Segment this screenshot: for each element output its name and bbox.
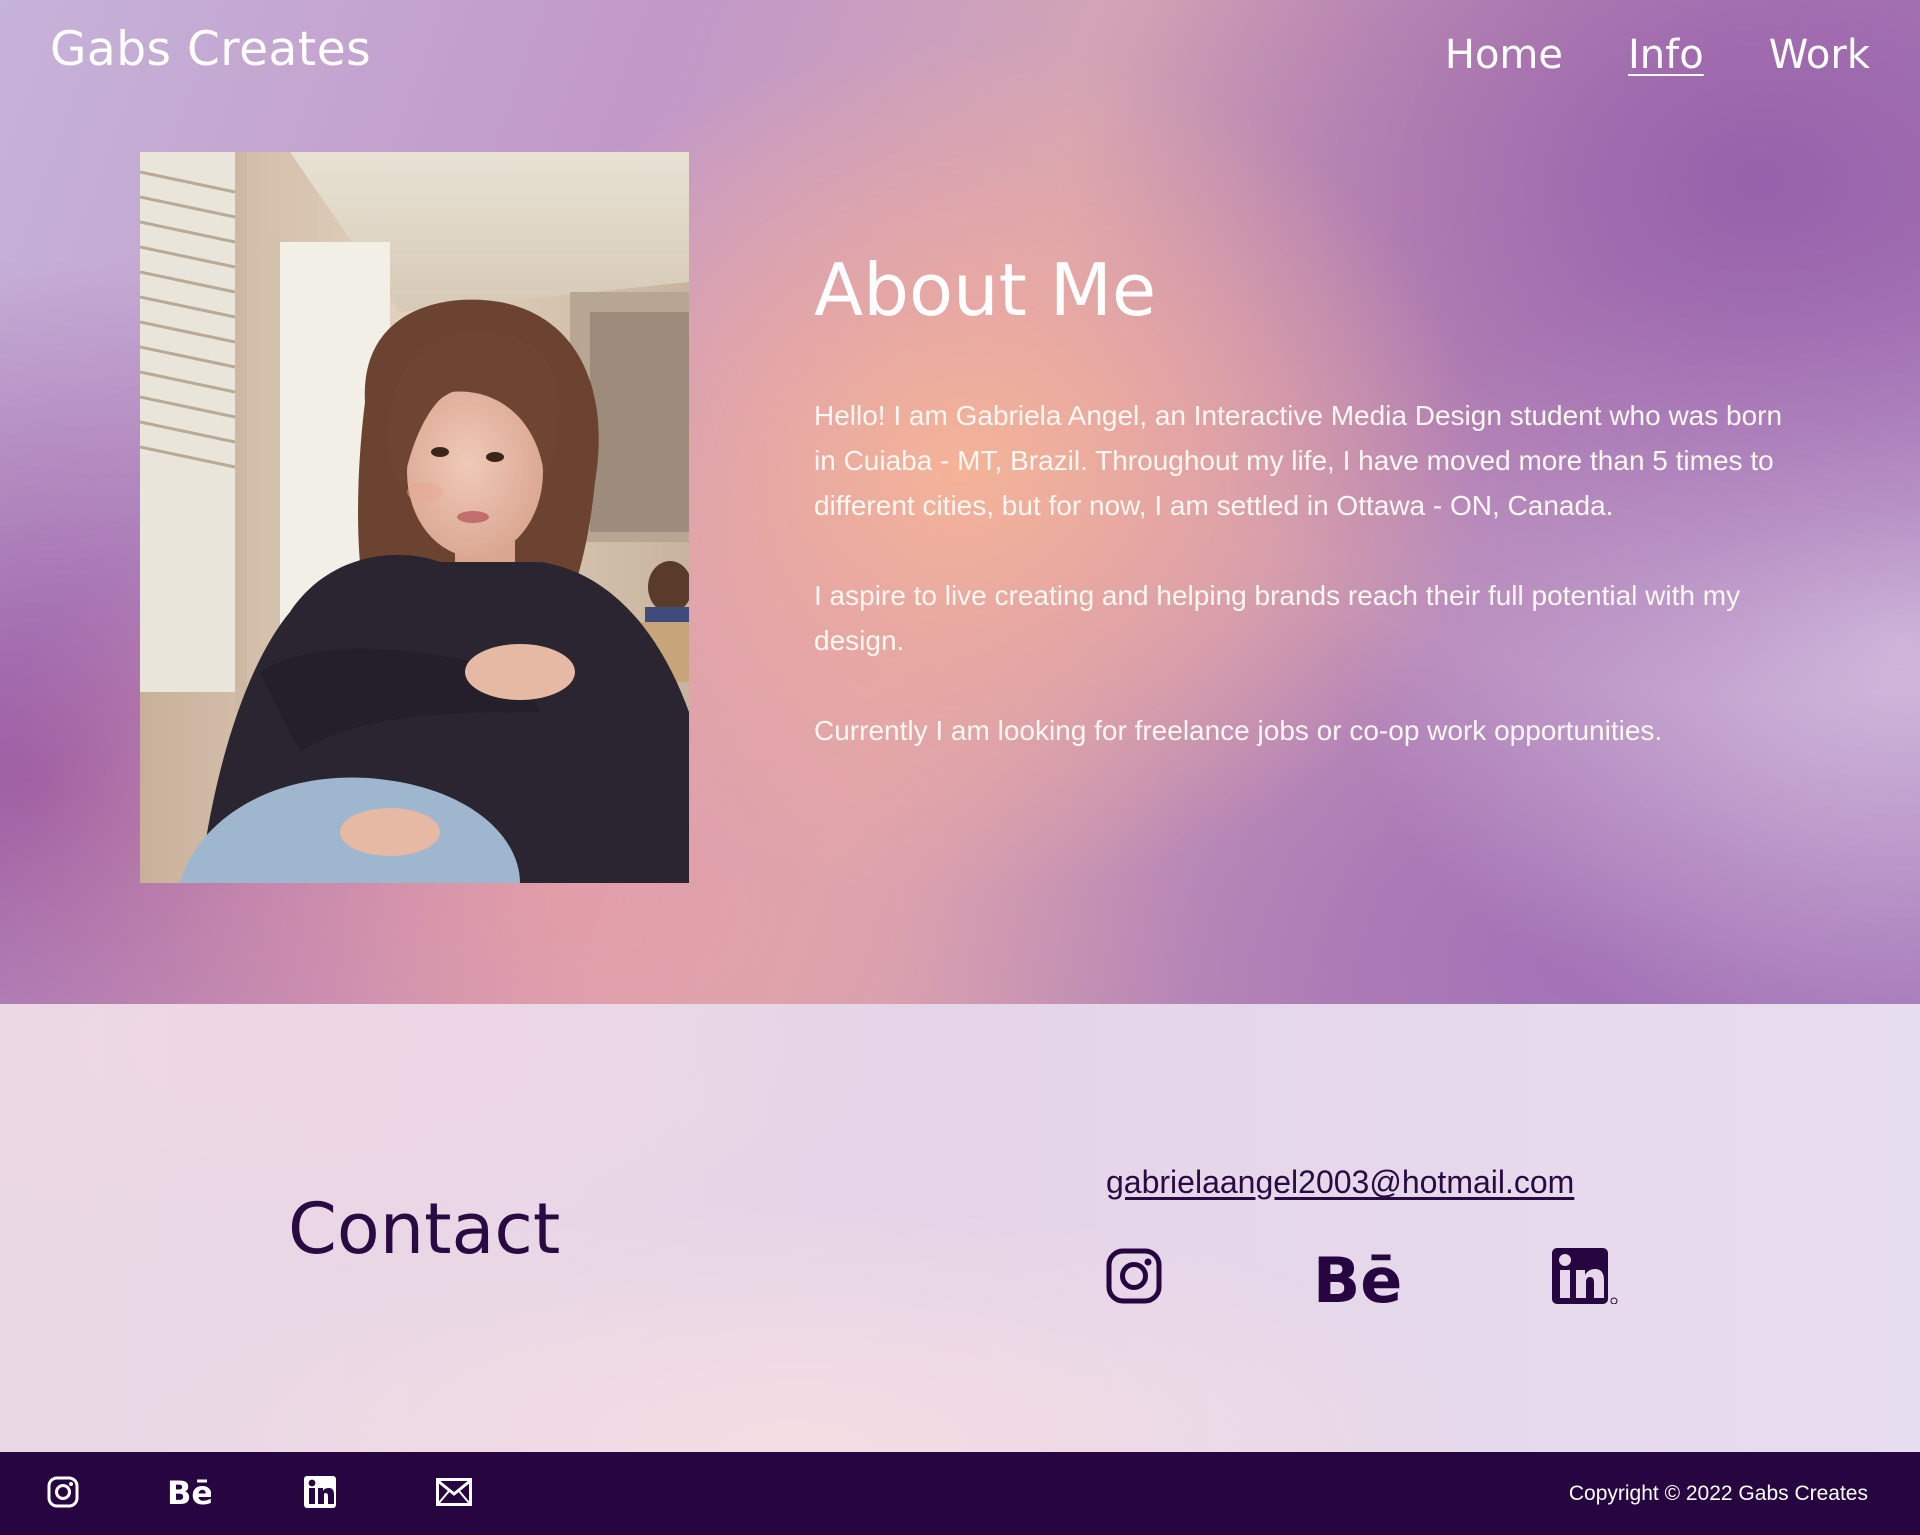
hero-section: Gabs Creates Home Info Work About Me Hel…	[0, 0, 1920, 1004]
about-paragraph: I aspire to live creating and helping br…	[814, 580, 1741, 656]
site-footer: Bē Copyright © 2022 Gabs Creates	[0, 1452, 1920, 1535]
profile-photo	[140, 152, 689, 883]
linkedin-icon[interactable]	[304, 1476, 344, 1513]
nav-info[interactable]: Info	[1628, 32, 1704, 78]
mail-icon[interactable]	[436, 1478, 472, 1511]
instagram-icon[interactable]	[47, 1476, 79, 1513]
about-text: Hello! I am Gabriela Angel, an Interacti…	[814, 393, 1804, 798]
main-nav: Home Info Work	[1445, 32, 1870, 78]
about-title: About Me	[814, 248, 1157, 332]
about-paragraph: Currently I am looking for freelance job…	[814, 715, 1663, 746]
email-link[interactable]: gabrielaangel2003@hotmail.com	[1106, 1164, 1574, 1201]
contact-section: Contact gabrielaangel2003@hotmail.com Bē	[0, 1004, 1920, 1452]
linkedin-icon[interactable]	[1552, 1248, 1618, 1304]
instagram-icon[interactable]	[1106, 1248, 1162, 1304]
svg-text:Bē: Bē	[1313, 1248, 1402, 1304]
contact-title: Contact	[288, 1188, 561, 1270]
about-paragraph: Hello! I am Gabriela Angel, an Interacti…	[814, 400, 1783, 521]
site-logo[interactable]: Gabs Creates	[50, 22, 371, 77]
svg-text:Bē: Bē	[167, 1474, 211, 1508]
behance-icon[interactable]: Bē	[1313, 1248, 1403, 1304]
nav-work[interactable]: Work	[1769, 32, 1870, 78]
copyright-text: Copyright © 2022 Gabs Creates	[1568, 1482, 1868, 1505]
behance-icon[interactable]: Bē	[167, 1474, 213, 1513]
nav-home[interactable]: Home	[1445, 32, 1563, 78]
